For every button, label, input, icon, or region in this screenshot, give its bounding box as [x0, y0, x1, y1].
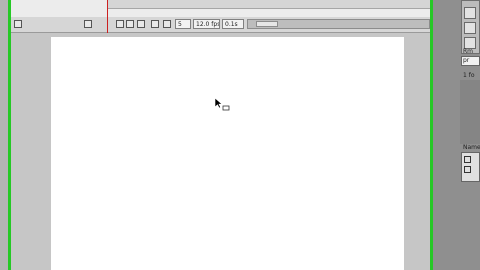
- onion-skin-icon[interactable]: [126, 20, 134, 28]
- status-bar: 5 12.0 fps 0.1s: [11, 17, 430, 33]
- scroll-thumb[interactable]: [256, 21, 278, 27]
- panel-label-2: pr: [463, 57, 470, 64]
- modify-onion-markers-icon[interactable]: [163, 20, 171, 28]
- elapsed-time-field: 0.1s: [222, 19, 244, 29]
- library-item-icon: [464, 166, 471, 173]
- mouse-cursor-icon: [214, 97, 230, 111]
- panel-label-3: 1 fo: [463, 72, 475, 79]
- onion-skin-outlines-icon[interactable]: [137, 20, 145, 28]
- panel-button-1[interactable]: [464, 7, 476, 19]
- delete-layer-icon[interactable]: [84, 20, 92, 28]
- new-layer-icon[interactable]: [14, 20, 22, 28]
- timeline-horizontal-scrollbar[interactable]: [247, 19, 430, 29]
- center-frame-icon[interactable]: [116, 20, 124, 28]
- current-frame-field: 5: [175, 19, 191, 29]
- panel-label-1: Rm: [463, 48, 474, 55]
- panel-divider: [460, 80, 480, 144]
- app-window: 5 12.0 fps 0.1s: [11, 0, 430, 270]
- library-list[interactable]: [461, 152, 480, 182]
- frame-rate-field: 12.0 fps: [193, 19, 220, 29]
- right-panel: Rm pr 1 fo Name: [433, 0, 480, 270]
- stage[interactable]: [51, 37, 404, 270]
- timeline-area: [11, 0, 430, 18]
- edit-multiple-frames-icon[interactable]: [151, 20, 159, 28]
- panel-tab-1[interactable]: [461, 0, 480, 54]
- timeline-scrollbar[interactable]: [108, 0, 430, 9]
- library-item-icon: [464, 156, 471, 163]
- playhead[interactable]: [107, 0, 108, 34]
- panel-button-2[interactable]: [464, 22, 476, 34]
- panel-label-4: Name: [463, 144, 480, 151]
